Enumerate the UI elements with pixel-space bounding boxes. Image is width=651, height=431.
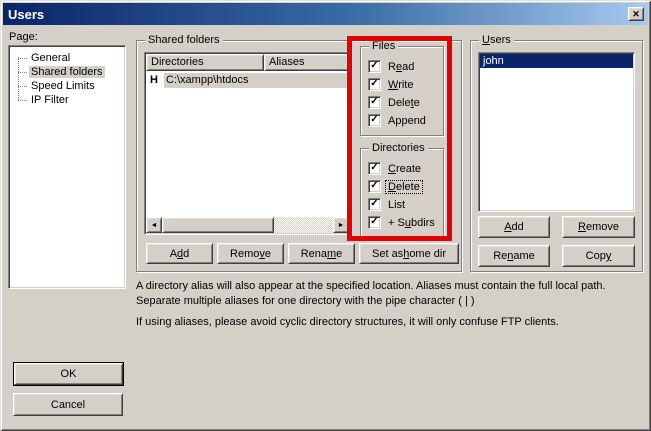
horizontal-scrollbar[interactable]: ◄ ►: [146, 217, 349, 233]
shared-rename-button[interactable]: Rename: [288, 243, 355, 264]
checkbox-label: List: [386, 199, 407, 211]
check-icon: ✓: [370, 115, 378, 125]
user-add-button[interactable]: Add: [478, 216, 550, 238]
page-item-label[interactable]: IP Filter: [29, 94, 71, 106]
alias-help-text: A directory alias will also appear at th…: [136, 279, 638, 330]
checkbox-label: Delete: [386, 181, 422, 193]
checkbox-subdirs[interactable]: ✓ + Subdirs: [368, 216, 443, 229]
directories-group-label: Directories: [369, 142, 428, 155]
page-list[interactable]: General Shared folders Speed Limits IP F…: [8, 45, 126, 289]
page-item-label[interactable]: General: [29, 52, 72, 64]
users-list[interactable]: john: [478, 52, 635, 212]
window-title: Users: [3, 7, 44, 22]
set-as-home-dir-button[interactable]: Set as home dir: [359, 243, 459, 264]
check-icon: ✓: [370, 97, 378, 107]
page-item-shared-folders[interactable]: Shared folders: [9, 65, 125, 79]
directories-checkbox-list: ✓ Create ✓ Delete ✓ List ✓ + Subdirs: [368, 162, 443, 229]
checkbox-label: Append: [386, 115, 428, 127]
user-copy-button[interactable]: Copy: [562, 245, 635, 267]
title-bar: Users ✕: [3, 3, 648, 25]
check-icon: ✓: [370, 79, 378, 89]
shared-directories-list[interactable]: Directories Aliases H C:\xampp\htdocs ◄ …: [144, 52, 351, 235]
checkbox-delete-files[interactable]: ✓ Delete: [368, 96, 443, 109]
page-item-speed-limits[interactable]: Speed Limits: [9, 79, 125, 93]
tree-line: [18, 57, 19, 100]
page-item-label[interactable]: Shared folders: [29, 66, 105, 78]
checkbox-box[interactable]: ✓: [368, 96, 381, 109]
checkbox-write[interactable]: ✓ Write: [368, 78, 443, 91]
scroll-left-icon: ◄: [151, 222, 158, 229]
ok-button-default-frame: OK: [13, 362, 124, 386]
close-button[interactable]: ✕: [628, 7, 644, 21]
shared-remove-button[interactable]: Remove: [217, 243, 284, 264]
column-header-aliases[interactable]: Aliases: [264, 54, 349, 71]
directory-path[interactable]: C:\xampp\htdocs: [164, 73, 348, 88]
column-header-directories[interactable]: Directories: [146, 54, 264, 71]
scroll-right-button[interactable]: ►: [333, 217, 349, 233]
users-group-label: Users: [479, 34, 514, 47]
checkbox-box[interactable]: ✓: [368, 216, 381, 229]
users-dialog-window: Users ✕ Page: General Shared folders Spe…: [0, 0, 651, 431]
user-list-item[interactable]: john: [480, 54, 633, 68]
checkbox-label: + Subdirs: [386, 217, 437, 229]
check-icon: ✓: [370, 217, 378, 227]
files-checkbox-list: ✓ Read ✓ Write ✓ Delete ✓ Append: [368, 60, 443, 127]
shared-folders-group-label: Shared folders: [145, 34, 223, 47]
page-item-ip-filter[interactable]: IP Filter: [9, 93, 125, 107]
checkbox-box[interactable]: ✓: [368, 198, 381, 211]
checkbox-box[interactable]: ✓: [368, 180, 381, 193]
page-label: Page:: [9, 31, 38, 43]
checkbox-list[interactable]: ✓ List: [368, 198, 443, 211]
shared-add-button[interactable]: Add: [146, 243, 213, 264]
scroll-left-button[interactable]: ◄: [146, 217, 162, 233]
checkbox-append[interactable]: ✓ Append: [368, 114, 443, 127]
alias-help-paragraph-2: If using aliases, please avoid cyclic di…: [136, 315, 638, 330]
directories-permissions-group: Directories ✓ Create ✓ Delete ✓ List ✓ +…: [360, 148, 444, 240]
user-rename-button[interactable]: Rename: [478, 245, 550, 267]
files-group-label: Files: [369, 40, 398, 53]
check-icon: ✓: [370, 163, 378, 173]
page-item-label[interactable]: Speed Limits: [29, 80, 97, 92]
checkbox-create[interactable]: ✓ Create: [368, 162, 443, 175]
files-permissions-group: Files ✓ Read ✓ Write ✓ Delete ✓ Append: [360, 46, 444, 136]
checkbox-delete-dirs[interactable]: ✓ Delete: [368, 180, 443, 193]
user-remove-button[interactable]: Remove: [562, 216, 635, 238]
cancel-button[interactable]: Cancel: [13, 393, 123, 416]
close-icon: ✕: [632, 9, 640, 20]
page-item-general[interactable]: General: [9, 51, 125, 65]
checkbox-label: Write: [386, 79, 415, 91]
checkbox-label: Read: [386, 61, 416, 73]
check-icon: ✓: [370, 181, 378, 191]
check-icon: ✓: [370, 199, 378, 209]
directory-row[interactable]: H C:\xampp\htdocs: [147, 72, 348, 88]
scroll-right-icon: ►: [338, 222, 345, 229]
home-dir-marker: H: [147, 73, 164, 88]
alias-help-paragraph-1: A directory alias will also appear at th…: [136, 279, 638, 309]
checkbox-box[interactable]: ✓: [368, 78, 381, 91]
scrollbar-thumb[interactable]: [162, 217, 274, 233]
checkbox-box[interactable]: ✓: [368, 60, 381, 73]
check-icon: ✓: [370, 61, 378, 71]
checkbox-label: Create: [386, 163, 423, 175]
checkbox-read[interactable]: ✓ Read: [368, 60, 443, 73]
checkbox-box[interactable]: ✓: [368, 114, 381, 127]
list-header: Directories Aliases: [146, 54, 349, 71]
ok-button[interactable]: OK: [14, 363, 123, 385]
checkbox-label: Delete: [386, 97, 422, 109]
checkbox-box[interactable]: ✓: [368, 162, 381, 175]
